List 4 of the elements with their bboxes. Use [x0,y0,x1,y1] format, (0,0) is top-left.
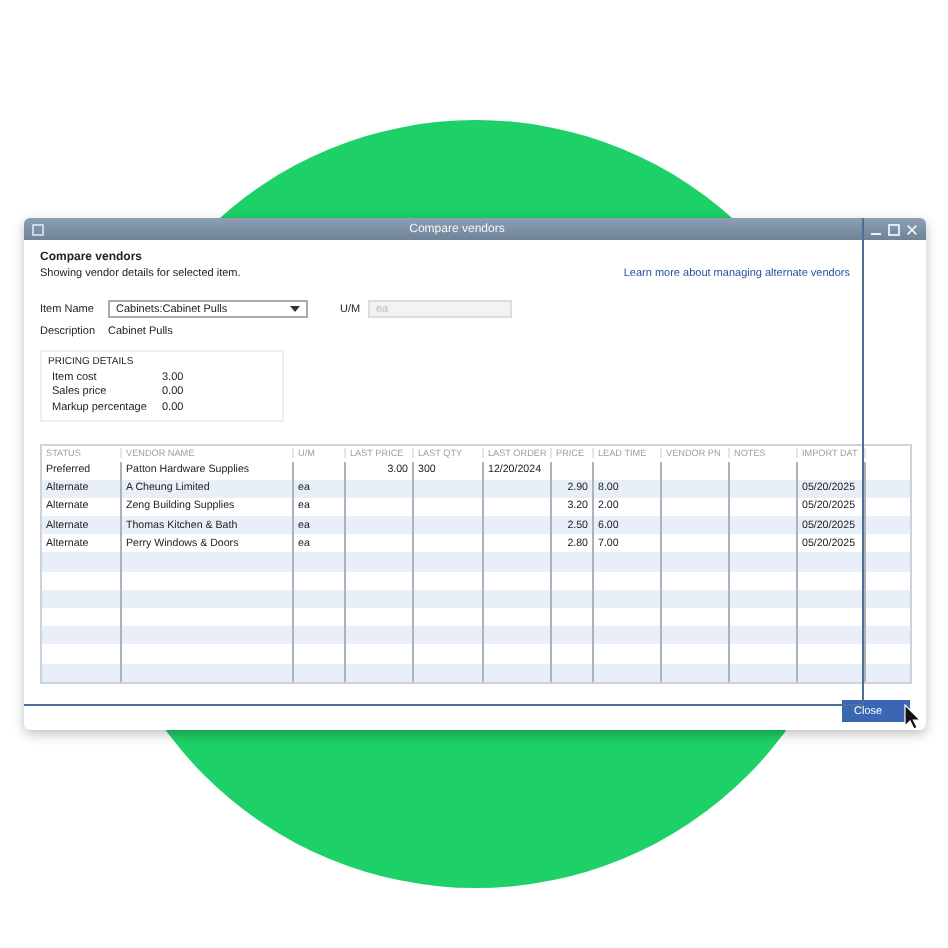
app-icon [32,223,44,235]
maximize-icon[interactable] [888,223,900,235]
caret-icon [290,306,300,312]
close-icon[interactable] [906,223,918,235]
